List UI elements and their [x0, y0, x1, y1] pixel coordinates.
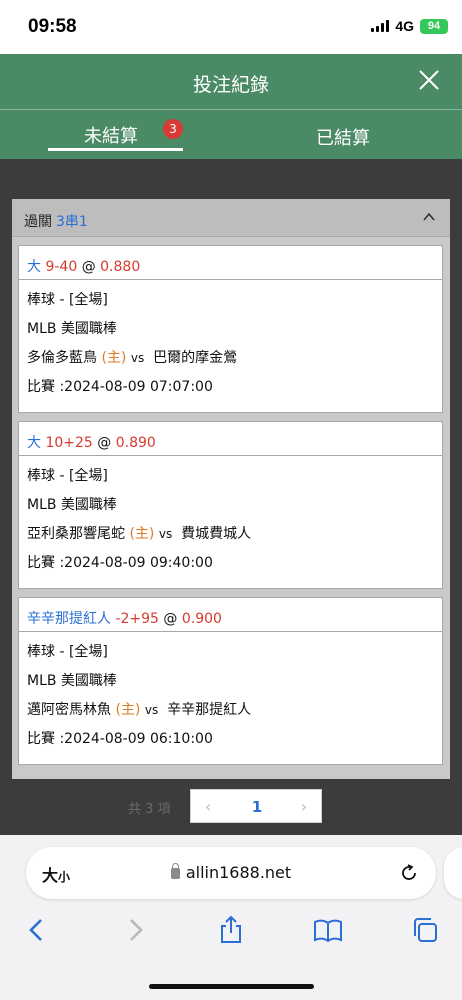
address-bar[interactable]: 大小 allin1688.net	[26, 847, 436, 899]
bet-match-time: 比賽 :2024-08-09 06:10:00	[27, 731, 213, 747]
lock-icon	[170, 863, 180, 879]
parlay-panel: 過關 3串1 大 9-40 @ 0.880 棒球 - [全場] MLB 美國職棒 …	[12, 199, 450, 779]
book-icon	[314, 919, 342, 943]
tabs-icon	[414, 918, 437, 942]
network-label: 4G	[395, 18, 414, 34]
share-icon	[221, 915, 241, 943]
pagination-total: 共 3 項	[128, 802, 171, 817]
signal-icon	[371, 20, 390, 32]
close-icon	[419, 70, 439, 90]
tab-settled[interactable]: 已結算	[280, 110, 410, 159]
status-bar: 09:58 4G 94	[0, 0, 462, 54]
parlay-combo: 3串1	[56, 214, 88, 230]
tabs-button[interactable]	[410, 915, 440, 945]
bet-league: MLB 美國職棒	[27, 673, 117, 689]
bet-league: MLB 美國職棒	[27, 321, 117, 337]
battery-icon: 94	[420, 18, 448, 34]
active-tab-indicator	[48, 148, 183, 151]
bet-selection: 大 9-40 @ 0.880	[19, 246, 442, 280]
reload-icon[interactable]	[398, 862, 420, 884]
parlay-header[interactable]: 過關 3串1	[12, 199, 450, 237]
bet-sport: 棒球 - [全場]	[27, 292, 108, 308]
bet-sport: 棒球 - [全場]	[27, 468, 108, 484]
home-indicator	[149, 984, 314, 989]
bet-matchup: 多倫多藍鳥 (主) vs 巴爾的摩金鶯	[27, 350, 238, 366]
bet-card: 大 10+25 @ 0.890 棒球 - [全場] MLB 美國職棒 亞利桑那響…	[18, 421, 443, 589]
bet-match-time: 比賽 :2024-08-09 09:40:00	[27, 555, 213, 571]
bookmarks-button[interactable]	[313, 915, 343, 945]
url-display[interactable]: allin1688.net	[26, 863, 436, 882]
tab-bar: 未結算 3 已結算	[0, 110, 462, 159]
back-button[interactable]	[22, 915, 52, 945]
next-tab-preview[interactable]	[444, 847, 462, 899]
bet-matchup: 邁阿密馬林魚 (主) vs 辛辛那提紅人	[27, 702, 252, 718]
status-indicators: 4G 94	[371, 18, 448, 34]
pagination: 共 3 項 ‹ 1 ›	[0, 789, 462, 825]
content-area: 過關 3串1 大 9-40 @ 0.880 棒球 - [全場] MLB 美國職棒 …	[0, 159, 462, 835]
unsettled-count-badge: 3	[163, 119, 183, 139]
forward-icon	[130, 919, 143, 941]
bet-league: MLB 美國職棒	[27, 497, 117, 513]
share-button[interactable]	[216, 915, 246, 945]
bet-card: 辛辛那提紅人 -2+95 @ 0.900 棒球 - [全場] MLB 美國職棒 …	[18, 597, 443, 765]
tab-settled-label: 已結算	[316, 128, 370, 149]
bet-selection: 辛辛那提紅人 -2+95 @ 0.900	[19, 598, 442, 632]
forward-button[interactable]	[120, 915, 150, 945]
close-button[interactable]	[416, 67, 442, 93]
tab-unsettled[interactable]: 未結算 3	[48, 110, 183, 159]
status-time: 09:58	[28, 16, 77, 37]
browser-chrome: 大小 allin1688.net	[0, 835, 462, 1000]
page-title: 投注紀錄	[192, 74, 269, 96]
bet-selection: 大 10+25 @ 0.890	[19, 422, 442, 456]
next-page-button[interactable]: ›	[301, 797, 307, 816]
bet-card: 大 9-40 @ 0.880 棒球 - [全場] MLB 美國職棒 多倫多藍鳥 …	[18, 245, 443, 413]
bet-match-time: 比賽 :2024-08-09 07:07:00	[27, 379, 213, 395]
bet-matchup: 亞利桑那響尾蛇 (主) vs 費城費城人	[27, 526, 252, 542]
parlay-title: 過關 3串1	[24, 214, 88, 230]
back-icon	[29, 919, 42, 941]
pager-control: ‹ 1 ›	[190, 789, 322, 823]
bet-sport: 棒球 - [全場]	[27, 644, 108, 660]
page-header: 投注紀錄	[0, 54, 462, 109]
tab-unsettled-label: 未結算	[84, 126, 138, 147]
chevron-up-icon[interactable]	[422, 211, 436, 223]
